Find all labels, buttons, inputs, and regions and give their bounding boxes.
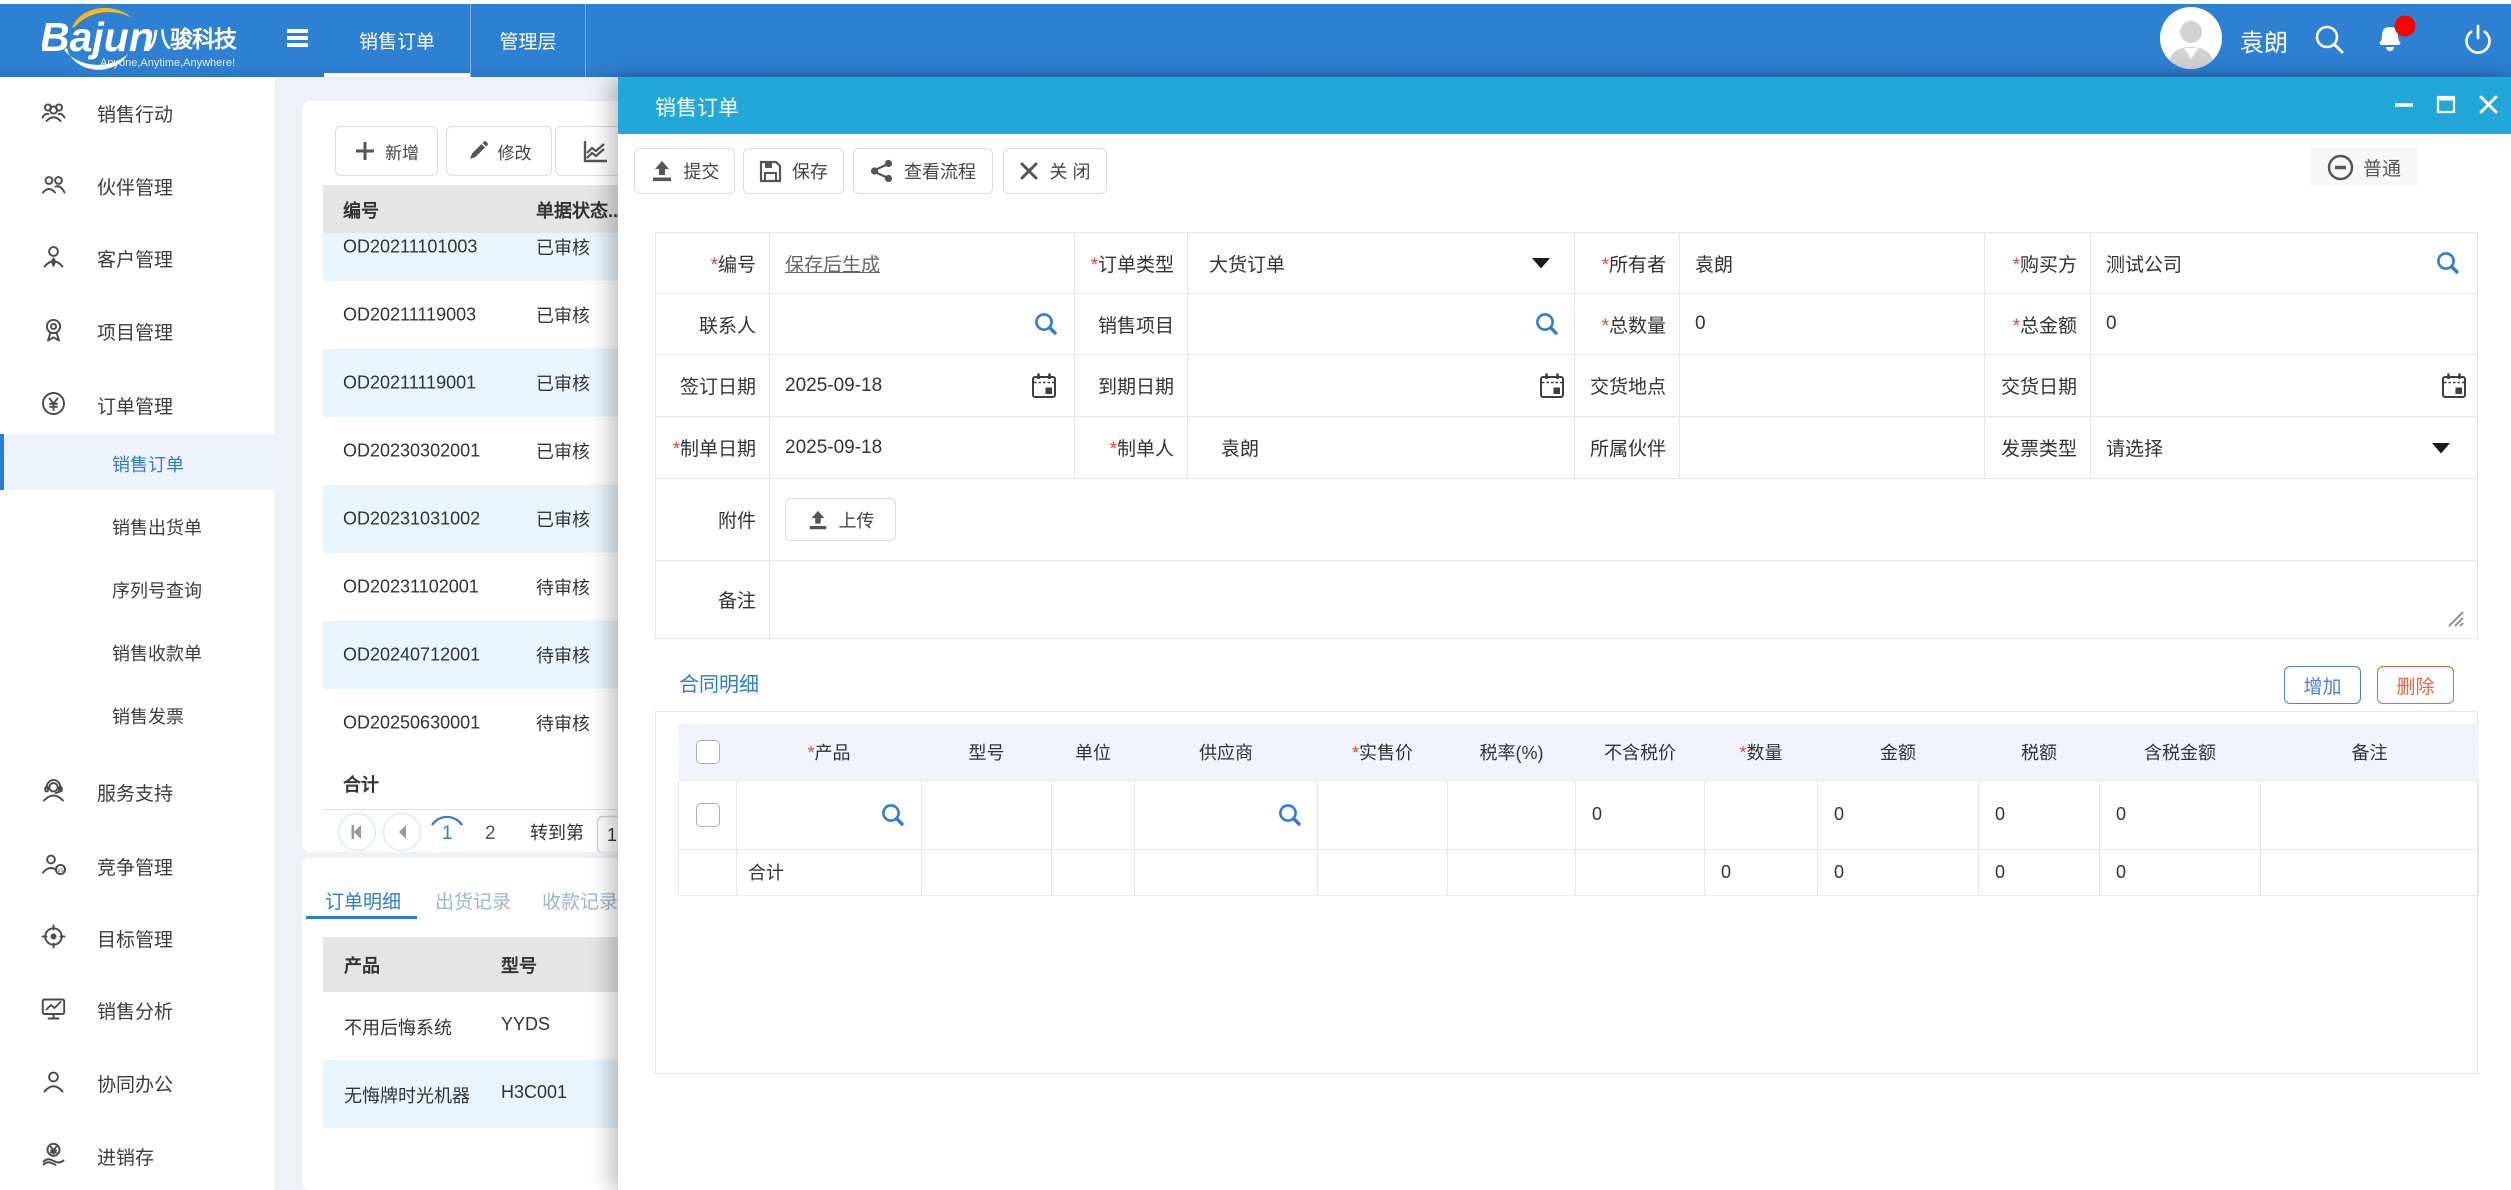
svg-text:2: 2 [485,823,496,844]
svg-text:vs: vs [57,867,64,874]
svg-text:1: 1 [607,825,617,845]
svg-text:1: 1 [442,823,453,844]
svg-text:转到第: 转到第 [530,823,584,843]
svg-text:八骏科技: 八骏科技 [148,26,238,52]
svg-text:Bajun: Bajun [42,14,154,60]
svg-text:Anyone,Anytime,Anywhere!: Anyone,Anytime,Anywhere! [100,57,235,69]
